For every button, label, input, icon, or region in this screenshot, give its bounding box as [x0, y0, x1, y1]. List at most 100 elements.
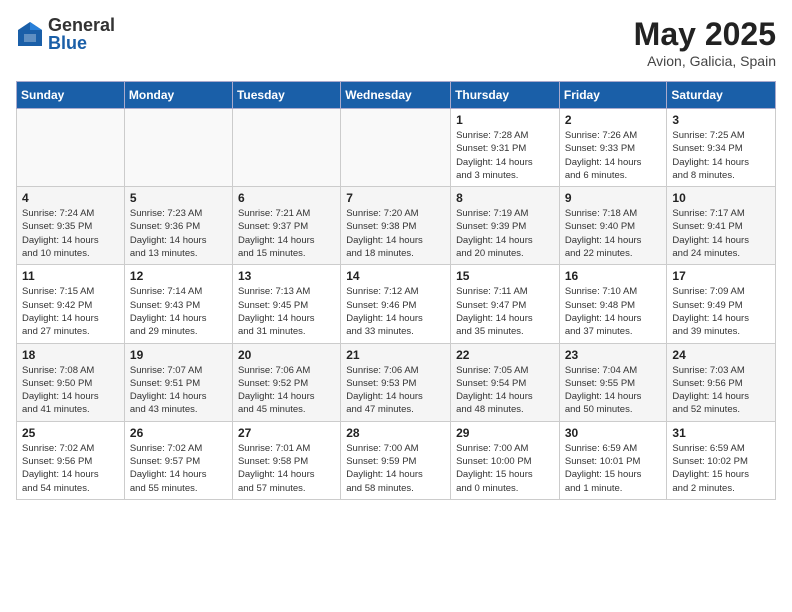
day-number: 2	[565, 113, 662, 127]
calendar-day-cell: 30 Sunrise: 6:59 AM Sunset: 10:01 PM Dayl…	[559, 421, 667, 499]
day-number: 3	[672, 113, 770, 127]
calendar-day-cell	[232, 109, 340, 187]
calendar-week-row: 1Sunrise: 7:28 AM Sunset: 9:31 PM Daylig…	[17, 109, 776, 187]
day-number: 18	[22, 348, 119, 362]
calendar-week-row: 4 Sunrise: 7:24 AM Sunset: 9:35 PM Daylig…	[17, 187, 776, 265]
calendar-day-cell: 16 Sunrise: 7:10 AM Sunset: 9:48 PM Dayli…	[559, 265, 667, 343]
calendar-day-cell: 10 Sunrise: 7:17 AM Sunset: 9:41 PM Dayli…	[667, 187, 776, 265]
calendar-day-cell: 31 Sunrise: 6:59 AM Sunset: 10:02 PM Dayl…	[667, 421, 776, 499]
calendar-day-cell	[341, 109, 451, 187]
calendar-day-cell: 15 Sunrise: 7:11 AM Sunset: 9:47 PM Dayli…	[451, 265, 560, 343]
day-info: Sunrise: 7:02 AM Sunset: 9:57 PM Dayligh…	[130, 442, 227, 495]
calendar-day-cell: 27 Sunrise: 7:01 AM Sunset: 9:58 PM Dayli…	[232, 421, 340, 499]
day-info: Sunrise: 7:23 AM Sunset: 9:36 PM Dayligh…	[130, 207, 227, 260]
calendar-day-cell: 3 Sunrise: 7:25 AM Sunset: 9:34 PM Daylig…	[667, 109, 776, 187]
calendar-day-cell: 9 Sunrise: 7:18 AM Sunset: 9:40 PM Daylig…	[559, 187, 667, 265]
day-number: 27	[238, 426, 335, 440]
calendar-day-cell: 6Sunrise: 7:21 AM Sunset: 9:37 PM Daylig…	[232, 187, 340, 265]
day-number: 17	[672, 269, 770, 283]
day-info: Sunrise: 7:11 AM Sunset: 9:47 PM Dayligh…	[456, 285, 554, 338]
calendar-day-cell: 2 Sunrise: 7:26 AM Sunset: 9:33 PM Daylig…	[559, 109, 667, 187]
day-info: Sunrise: 6:59 AM Sunset: 10:02 PM Daylig…	[672, 442, 770, 495]
day-info: Sunrise: 7:13 AM Sunset: 9:45 PM Dayligh…	[238, 285, 335, 338]
day-number: 12	[130, 269, 227, 283]
day-info: Sunrise: 7:06 AM Sunset: 9:52 PM Dayligh…	[238, 364, 335, 417]
month-year-title: May 2025	[634, 16, 776, 53]
calendar-day-cell: 19Sunrise: 7:07 AM Sunset: 9:51 PM Dayli…	[124, 343, 232, 421]
logo-blue: Blue	[48, 34, 115, 52]
calendar-day-cell: 25Sunrise: 7:02 AM Sunset: 9:56 PM Dayli…	[17, 421, 125, 499]
calendar-day-cell: 12Sunrise: 7:14 AM Sunset: 9:43 PM Dayli…	[124, 265, 232, 343]
calendar-day-cell: 17Sunrise: 7:09 AM Sunset: 9:49 PM Dayli…	[667, 265, 776, 343]
day-info: Sunrise: 7:00 AM Sunset: 10:00 PM Daylig…	[456, 442, 554, 495]
calendar-day-cell: 26Sunrise: 7:02 AM Sunset: 9:57 PM Dayli…	[124, 421, 232, 499]
calendar-header-row: SundayMondayTuesdayWednesdayThursdayFrid…	[17, 82, 776, 109]
day-info: Sunrise: 7:26 AM Sunset: 9:33 PM Dayligh…	[565, 129, 662, 182]
day-info: Sunrise: 7:06 AM Sunset: 9:53 PM Dayligh…	[346, 364, 445, 417]
calendar-day-cell: 8Sunrise: 7:19 AM Sunset: 9:39 PM Daylig…	[451, 187, 560, 265]
calendar-table: SundayMondayTuesdayWednesdayThursdayFrid…	[16, 81, 776, 500]
day-number: 6	[238, 191, 335, 205]
calendar-day-cell	[17, 109, 125, 187]
day-info: Sunrise: 7:24 AM Sunset: 9:35 PM Dayligh…	[22, 207, 119, 260]
calendar-day-cell	[124, 109, 232, 187]
calendar-day-cell: 13 Sunrise: 7:13 AM Sunset: 9:45 PM Dayli…	[232, 265, 340, 343]
day-number: 24	[672, 348, 770, 362]
day-number: 28	[346, 426, 445, 440]
day-info: Sunrise: 7:04 AM Sunset: 9:55 PM Dayligh…	[565, 364, 662, 417]
calendar-day-cell: 29 Sunrise: 7:00 AM Sunset: 10:00 PM Dayl…	[451, 421, 560, 499]
day-header-sunday: Sunday	[17, 82, 125, 109]
day-info: Sunrise: 7:07 AM Sunset: 9:51 PM Dayligh…	[130, 364, 227, 417]
day-info: Sunrise: 7:01 AM Sunset: 9:58 PM Dayligh…	[238, 442, 335, 495]
calendar-day-cell: 1Sunrise: 7:28 AM Sunset: 9:31 PM Daylig…	[451, 109, 560, 187]
day-number: 8	[456, 191, 554, 205]
day-number: 4	[22, 191, 119, 205]
day-info: Sunrise: 7:18 AM Sunset: 9:40 PM Dayligh…	[565, 207, 662, 260]
day-number: 29	[456, 426, 554, 440]
day-number: 5	[130, 191, 227, 205]
calendar-day-cell: 23 Sunrise: 7:04 AM Sunset: 9:55 PM Dayli…	[559, 343, 667, 421]
calendar-day-cell: 22 Sunrise: 7:05 AM Sunset: 9:54 PM Dayli…	[451, 343, 560, 421]
day-header-saturday: Saturday	[667, 82, 776, 109]
day-number: 16	[565, 269, 662, 283]
day-number: 7	[346, 191, 445, 205]
day-number: 10	[672, 191, 770, 205]
day-header-monday: Monday	[124, 82, 232, 109]
day-number: 22	[456, 348, 554, 362]
day-info: Sunrise: 7:17 AM Sunset: 9:41 PM Dayligh…	[672, 207, 770, 260]
day-number: 13	[238, 269, 335, 283]
day-info: Sunrise: 7:25 AM Sunset: 9:34 PM Dayligh…	[672, 129, 770, 182]
day-info: Sunrise: 7:12 AM Sunset: 9:46 PM Dayligh…	[346, 285, 445, 338]
day-number: 9	[565, 191, 662, 205]
day-info: Sunrise: 7:03 AM Sunset: 9:56 PM Dayligh…	[672, 364, 770, 417]
page-header: General Blue May 2025 Avion, Galicia, Sp…	[16, 16, 776, 69]
calendar-day-cell: 7Sunrise: 7:20 AM Sunset: 9:38 PM Daylig…	[341, 187, 451, 265]
calendar-day-cell: 14Sunrise: 7:12 AM Sunset: 9:46 PM Dayli…	[341, 265, 451, 343]
calendar-day-cell: 11 Sunrise: 7:15 AM Sunset: 9:42 PM Dayli…	[17, 265, 125, 343]
day-number: 11	[22, 269, 119, 283]
calendar-day-cell: 21 Sunrise: 7:06 AM Sunset: 9:53 PM Dayli…	[341, 343, 451, 421]
day-number: 23	[565, 348, 662, 362]
calendar-day-cell: 20Sunrise: 7:06 AM Sunset: 9:52 PM Dayli…	[232, 343, 340, 421]
logo-icon	[16, 20, 44, 48]
day-number: 15	[456, 269, 554, 283]
day-number: 21	[346, 348, 445, 362]
day-info: Sunrise: 6:59 AM Sunset: 10:01 PM Daylig…	[565, 442, 662, 495]
calendar-day-cell: 4 Sunrise: 7:24 AM Sunset: 9:35 PM Daylig…	[17, 187, 125, 265]
calendar-week-row: 18Sunrise: 7:08 AM Sunset: 9:50 PM Dayli…	[17, 343, 776, 421]
day-info: Sunrise: 7:15 AM Sunset: 9:42 PM Dayligh…	[22, 285, 119, 338]
day-info: Sunrise: 7:05 AM Sunset: 9:54 PM Dayligh…	[456, 364, 554, 417]
day-header-thursday: Thursday	[451, 82, 560, 109]
day-info: Sunrise: 7:10 AM Sunset: 9:48 PM Dayligh…	[565, 285, 662, 338]
day-info: Sunrise: 7:00 AM Sunset: 9:59 PM Dayligh…	[346, 442, 445, 495]
day-header-wednesday: Wednesday	[341, 82, 451, 109]
calendar-day-cell: 5 Sunrise: 7:23 AM Sunset: 9:36 PM Daylig…	[124, 187, 232, 265]
logo-text: General Blue	[48, 16, 115, 52]
calendar-week-row: 25Sunrise: 7:02 AM Sunset: 9:56 PM Dayli…	[17, 421, 776, 499]
calendar-day-cell: 28 Sunrise: 7:00 AM Sunset: 9:59 PM Dayli…	[341, 421, 451, 499]
day-number: 31	[672, 426, 770, 440]
day-number: 30	[565, 426, 662, 440]
calendar-day-cell: 18Sunrise: 7:08 AM Sunset: 9:50 PM Dayli…	[17, 343, 125, 421]
logo-general: General	[48, 16, 115, 34]
day-info: Sunrise: 7:28 AM Sunset: 9:31 PM Dayligh…	[456, 129, 554, 182]
